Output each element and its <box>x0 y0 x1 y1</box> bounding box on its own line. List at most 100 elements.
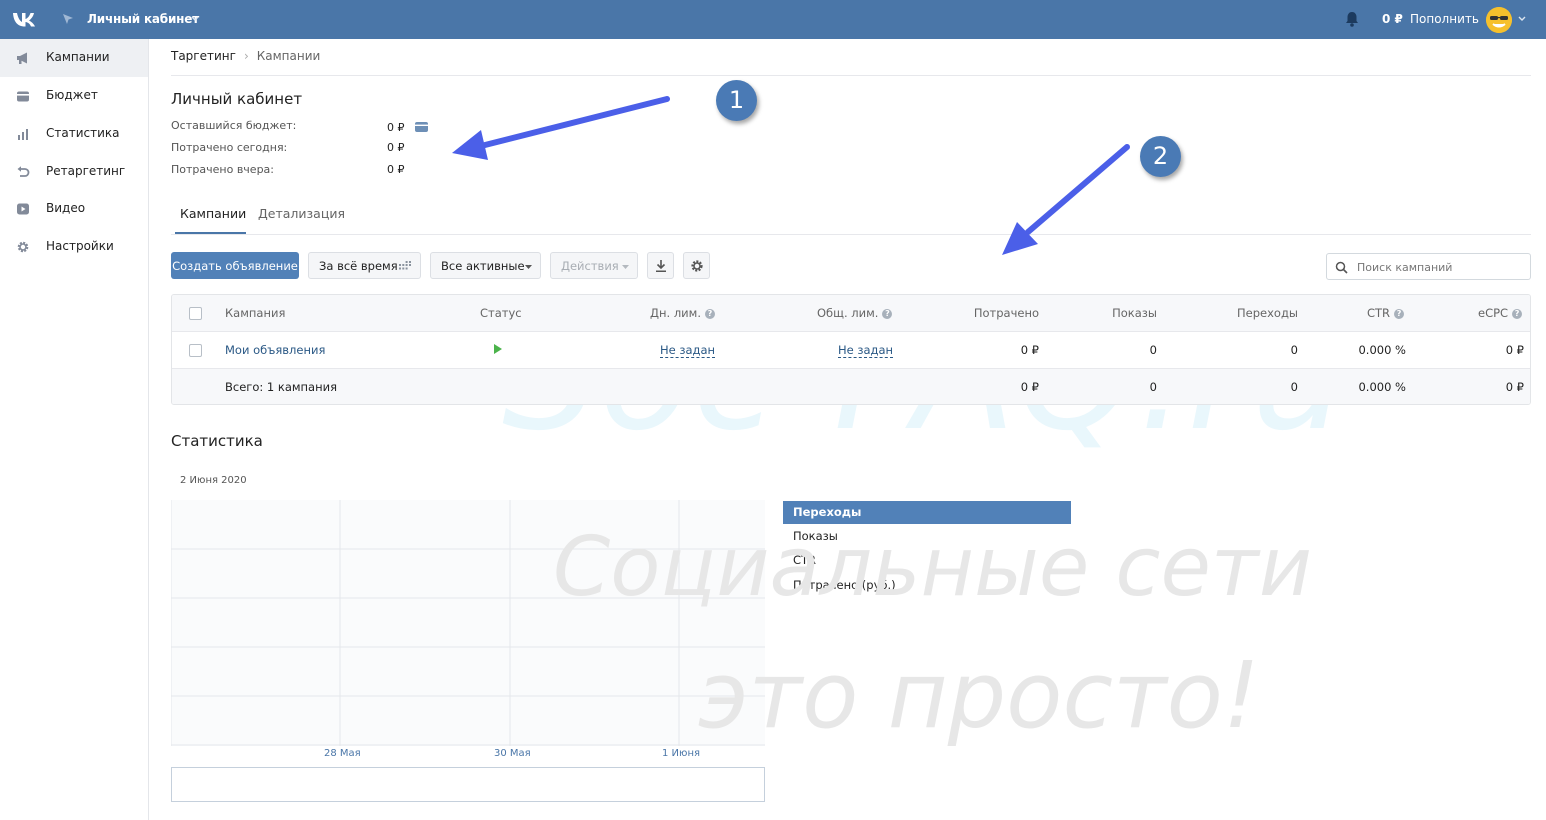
vk-logo-icon[interactable] <box>11 9 41 29</box>
gear-icon <box>17 241 29 253</box>
status-filter-dropdown[interactable]: Все активные <box>430 252 541 279</box>
total-ctr: 0.000 % <box>1358 380 1406 394</box>
emoji-avatar-icon <box>1486 7 1512 33</box>
sidebar-item-budget[interactable]: Бюджет <box>0 77 148 115</box>
total-limit-link[interactable]: Не задан <box>838 343 894 358</box>
col-ctr-label: CTR <box>1367 306 1391 320</box>
select-all-checkbox[interactable] <box>189 307 202 320</box>
tab-active-indicator <box>175 232 246 234</box>
actions-dropdown[interactable]: Действия <box>550 252 638 279</box>
annotation-badge-2: 2 <box>1140 136 1181 177</box>
col-spent[interactable]: Потрачено <box>962 306 1039 320</box>
sidebar: Кампании Бюджет Статистика Ретаргетинг В… <box>0 39 149 820</box>
play-status-icon[interactable] <box>494 344 502 354</box>
col-clicks[interactable]: Переходы <box>1218 306 1298 320</box>
col-total-limit[interactable]: Общ. лим.? <box>817 306 893 320</box>
chart-x-label: 28 Мая <box>324 748 361 759</box>
col-status[interactable]: Статус <box>480 306 522 320</box>
col-impressions[interactable]: Показы <box>1087 306 1157 320</box>
col-ctr[interactable]: CTR? <box>1367 306 1405 320</box>
download-icon <box>656 260 666 272</box>
help-icon[interactable]: ? <box>1512 309 1523 319</box>
spent-yesterday-label: Потрачено вчера: <box>171 163 274 176</box>
spent-yesterday-value: 0 ₽ <box>387 163 405 176</box>
sidebar-item-settings[interactable]: Настройки <box>0 228 148 266</box>
export-button[interactable] <box>647 252 674 279</box>
topup-link[interactable]: Пополнить <box>1410 12 1479 26</box>
campaign-name-link[interactable]: Мои объявления <box>225 343 325 357</box>
chart-grid <box>170 500 765 746</box>
total-label: Всего: 1 кампания <box>225 380 338 394</box>
metric-ctr[interactable]: CTR <box>783 549 1071 572</box>
caret-down-icon <box>525 265 532 269</box>
chevron-down-icon[interactable] <box>1518 16 1526 22</box>
metric-clicks[interactable]: Переходы <box>783 501 1071 524</box>
cursor-icon <box>63 14 73 24</box>
sidebar-item-label: Ретаргетинг <box>46 164 126 178</box>
col-campaign[interactable]: Кампания <box>225 306 285 320</box>
table-total-row: Всего: 1 кампания 0 ₽ 0 0 0.000 % 0 ₽ <box>172 369 1530 404</box>
watermark-tagline-2: это просто! <box>698 642 1260 749</box>
sidebar-item-retargeting[interactable]: Ретаргетинг <box>0 153 148 191</box>
remaining-budget-label: Оставшийся бюджет: <box>171 119 297 132</box>
metric-impressions[interactable]: Показы <box>783 525 1071 548</box>
ecpc-value: 0 ₽ <box>1505 343 1524 357</box>
help-icon[interactable]: ? <box>1394 309 1405 319</box>
cabinet-switcher[interactable]: Личный кабинет <box>87 12 199 26</box>
campaign-search[interactable] <box>1326 253 1531 280</box>
chevron-down-icon[interactable] <box>191 16 199 22</box>
help-icon[interactable]: ? <box>882 309 893 319</box>
spent-today-label: Потрачено сегодня: <box>171 141 288 154</box>
statistics-chart[interactable] <box>170 500 765 746</box>
avatar[interactable] <box>1486 7 1512 33</box>
metric-spent[interactable]: Потрачено (руб.) <box>783 574 1071 597</box>
row-checkbox[interactable] <box>189 344 202 357</box>
help-icon[interactable]: ? <box>704 309 715 319</box>
search-input[interactable] <box>1357 259 1525 275</box>
breadcrumb: Таргетинг › Кампании <box>171 49 320 63</box>
actions-label: Действия <box>561 258 619 273</box>
chart-range-navigator[interactable] <box>171 767 765 802</box>
divider <box>171 234 1531 235</box>
total-limit-value[interactable]: Не задан <box>838 343 894 358</box>
status-filter-label: Все активные <box>441 258 525 273</box>
tab-campaigns[interactable]: Кампании <box>180 206 246 221</box>
wallet-icon[interactable] <box>415 122 428 132</box>
statistics-title: Статистика <box>171 432 263 450</box>
ctr-value: 0.000 % <box>1358 343 1406 357</box>
bell-icon[interactable] <box>1345 11 1359 27</box>
spent-value: 0 ₽ <box>1020 343 1039 357</box>
tab-details[interactable]: Детализация <box>258 206 345 221</box>
clicks-value: 0 <box>1290 343 1298 357</box>
col-day-limit-label: Дн. лим. <box>650 306 701 320</box>
arrow-1-icon <box>452 96 670 160</box>
total-impressions: 0 <box>1149 380 1157 394</box>
total-ecpc: 0 ₽ <box>1505 380 1524 394</box>
total-clicks: 0 <box>1290 380 1298 394</box>
caret-down-icon <box>622 265 629 269</box>
sidebar-item-label: Кампании <box>46 50 110 64</box>
period-button[interactable]: За всё время <box>308 252 421 279</box>
table-settings-button[interactable] <box>683 252 710 279</box>
day-limit-link[interactable]: Не задан <box>660 343 716 358</box>
sidebar-item-video[interactable]: Видео <box>0 190 148 228</box>
day-limit-value[interactable]: Не задан <box>660 343 716 358</box>
sidebar-item-statistics[interactable]: Статистика <box>0 115 148 153</box>
impressions-value: 0 <box>1149 343 1157 357</box>
sidebar-item-label: Настройки <box>46 239 114 253</box>
calendar-icon <box>399 261 411 270</box>
col-ecpc[interactable]: eCPC? <box>1478 306 1523 320</box>
sidebar-item-campaigns[interactable]: Кампании <box>0 39 148 77</box>
period-label: За всё время <box>319 258 398 273</box>
breadcrumb-root[interactable]: Таргетинг <box>171 49 236 63</box>
chart-x-label: 30 Мая <box>494 748 531 759</box>
arrow-2-icon <box>1002 144 1130 255</box>
page-title: Личный кабинет <box>171 90 303 108</box>
sidebar-item-label: Бюджет <box>46 88 98 102</box>
col-day-limit[interactable]: Дн. лим.? <box>650 306 715 320</box>
create-ad-button[interactable]: Создать объявление <box>171 252 299 279</box>
megaphone-icon <box>17 52 27 64</box>
statistics-date: 2 Июня 2020 <box>180 475 247 486</box>
wallet-icon <box>17 91 29 102</box>
divider <box>171 75 1531 76</box>
